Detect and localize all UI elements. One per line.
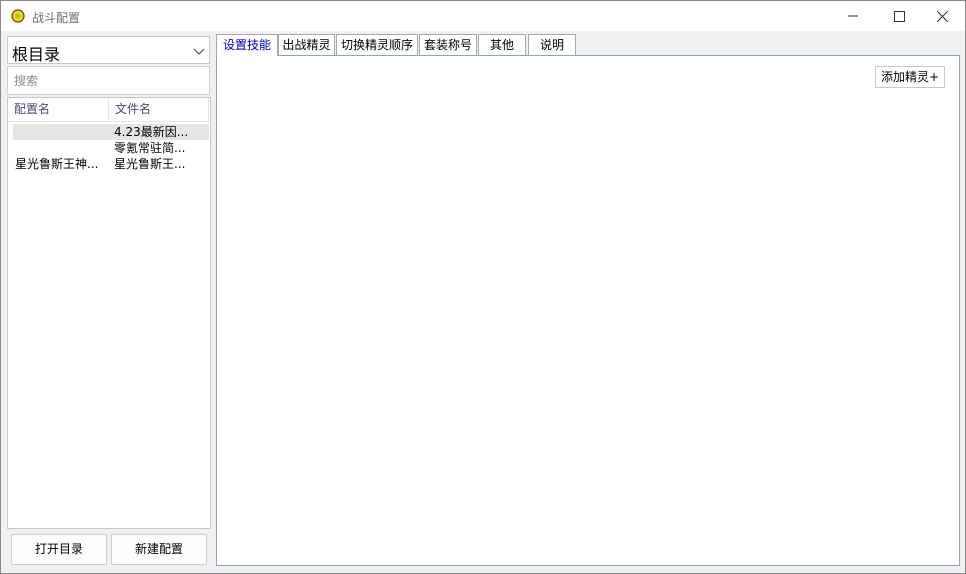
file-name-cell: 4.23最新因... <box>114 125 189 139</box>
title-bar: 战斗配置 <box>1 1 965 31</box>
new-config-button[interactable]: 新建配置 <box>111 534 207 565</box>
minimize-button[interactable] <box>830 1 876 31</box>
list-header: 配置名 文件名 <box>8 98 210 122</box>
column-header-file-name[interactable]: 文件名 <box>109 98 209 121</box>
add-pet-button[interactable]: 添加精灵+ <box>875 66 945 88</box>
directory-dropdown[interactable]: 根目录 <box>7 36 210 64</box>
config-sidebar: 根目录 配置名 文件名 4.23最新因... 零氪常驻简... 星光鲁斯王神..… <box>7 36 211 529</box>
directory-value: 根目录 <box>12 45 61 64</box>
close-button[interactable] <box>919 1 965 31</box>
open-directory-button[interactable]: 打开目录 <box>11 534 107 565</box>
tab-pet-switch-order[interactable]: 切换精灵顺序 <box>336 34 418 55</box>
tab-other[interactable]: 其他 <box>478 34 526 55</box>
tab-set-skills[interactable]: 设置技能 <box>216 34 278 56</box>
config-list[interactable]: 配置名 文件名 4.23最新因... 零氪常驻简... 星光鲁斯王神... 星光… <box>7 97 211 529</box>
list-row[interactable]: 星光鲁斯王神... 星光鲁斯王... <box>13 156 209 172</box>
file-name-cell: 零氪常驻简... <box>114 141 186 155</box>
file-name-cell: 星光鲁斯王... <box>114 157 186 171</box>
window-title: 战斗配置 <box>32 11 81 25</box>
search-input[interactable] <box>7 66 210 95</box>
app-window: 战斗配置 根目录 配置名 文件名 <box>0 0 966 574</box>
maximize-button[interactable] <box>876 1 922 31</box>
tab-panel-skills: 添加精灵+ <box>216 55 960 566</box>
minimize-icon <box>848 11 858 21</box>
list-row[interactable]: 4.23最新因... <box>13 124 209 140</box>
app-logo-icon <box>11 9 25 23</box>
chevron-down-icon <box>193 45 205 59</box>
config-name-cell: 星光鲁斯王神... <box>15 157 99 171</box>
column-header-config-name[interactable]: 配置名 <box>8 98 109 121</box>
maximize-icon <box>893 10 905 22</box>
tab-suits-titles[interactable]: 套装称号 <box>419 34 477 55</box>
list-row[interactable]: 零氪常驻简... <box>13 140 209 156</box>
tab-help[interactable]: 说明 <box>528 34 576 55</box>
close-icon <box>936 10 948 22</box>
tab-battle-pets[interactable]: 出战精灵 <box>278 34 335 55</box>
